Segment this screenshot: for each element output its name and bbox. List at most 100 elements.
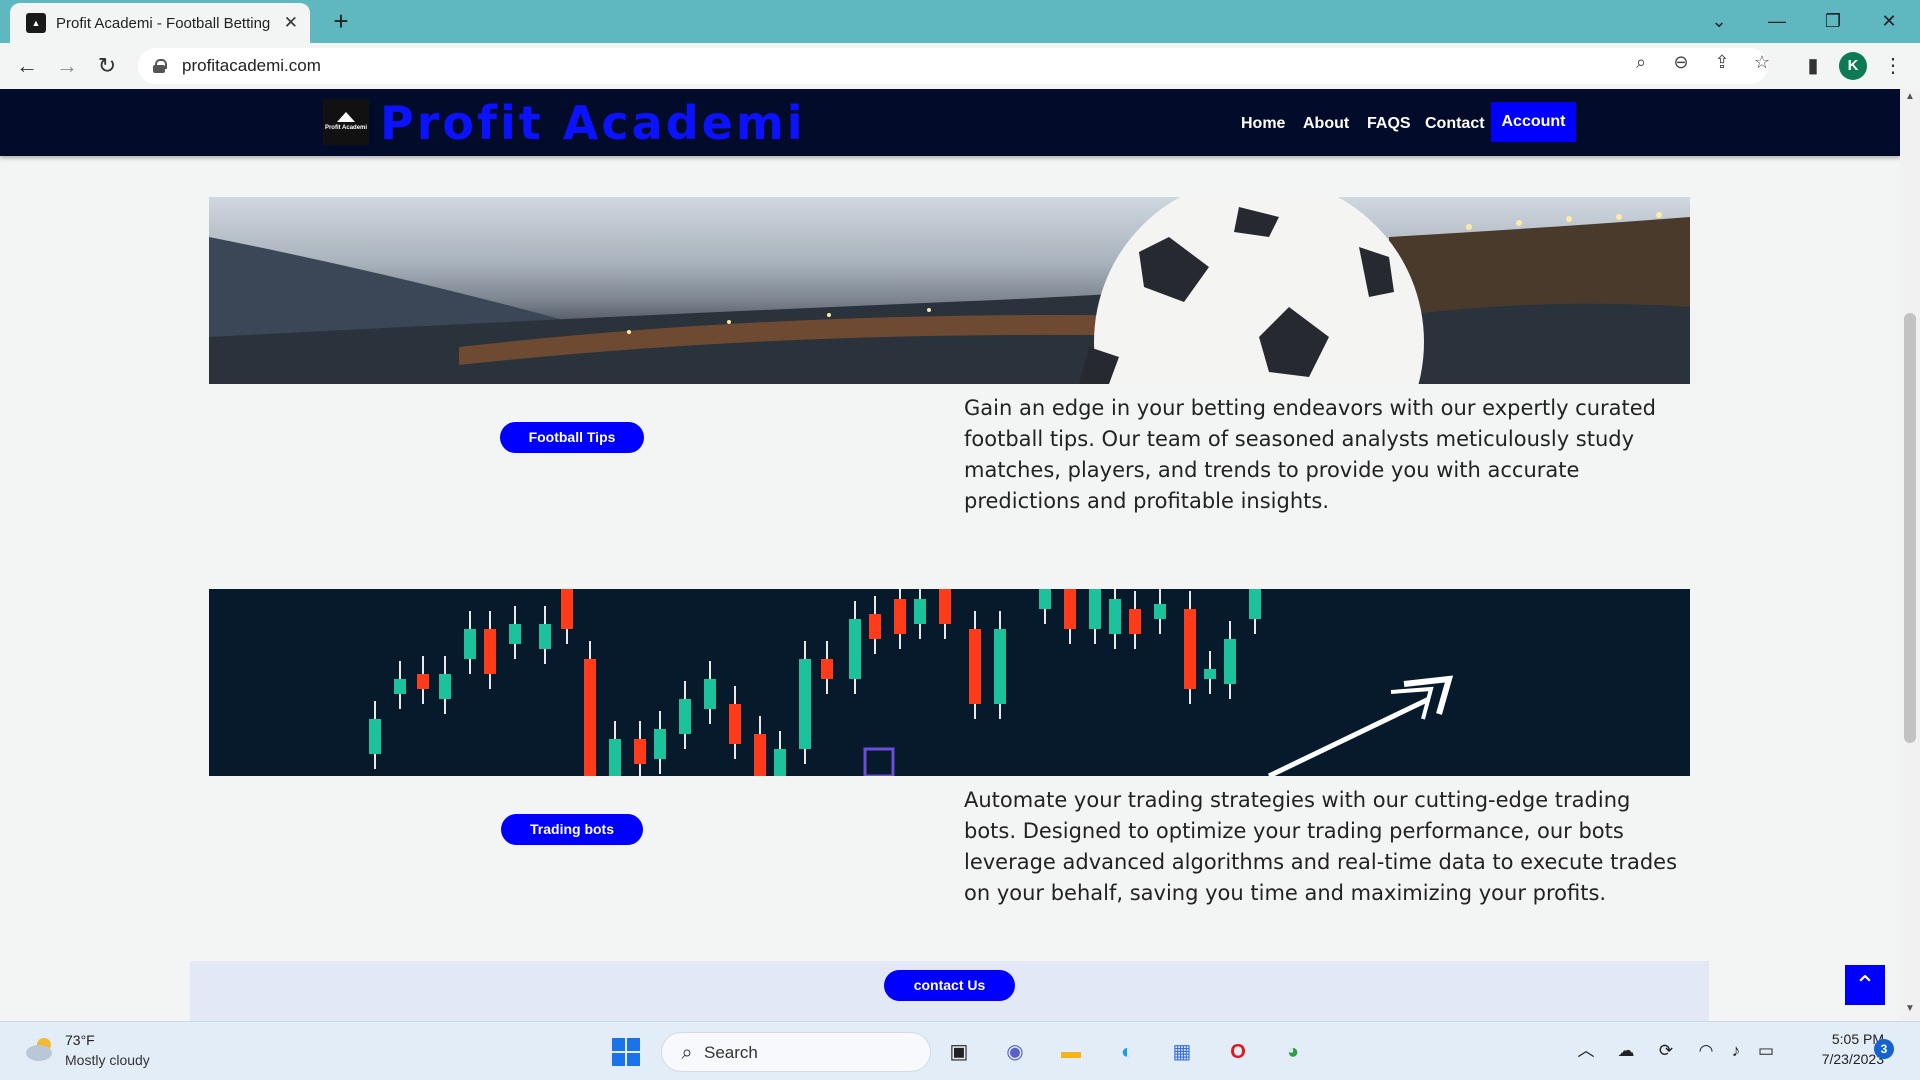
side-panel-icon[interactable]: ▮ — [1800, 53, 1826, 79]
candle-body — [894, 599, 906, 634]
candle-body — [1184, 609, 1196, 689]
taskbar-search-box[interactable]: ⌕ Search — [661, 1032, 931, 1072]
bookmark-star-icon[interactable]: ☆ — [1751, 51, 1773, 73]
forward-arrow-icon[interactable]: → — [52, 51, 82, 81]
candle-body — [914, 599, 926, 624]
browser-tab-bar: ▲ Profit Academi - Football Betting ✕ + … — [0, 0, 1920, 43]
taskbar-search-label: Search — [704, 1043, 758, 1062]
opera-browser-icon[interactable]: O — [1221, 1035, 1255, 1069]
site-logo[interactable]: Profit Academi — [323, 99, 369, 145]
trading-candlestick-banner — [209, 589, 1690, 776]
profile-avatar[interactable]: K — [1839, 52, 1867, 80]
onedrive-cloud-icon[interactable]: ☁ — [1614, 1039, 1638, 1063]
close-window-button[interactable]: ✕ — [1866, 4, 1912, 38]
file-explorer-icon[interactable]: ▬ — [1054, 1035, 1088, 1069]
search-icon[interactable]: ⌕ — [1630, 51, 1652, 73]
candle-body — [369, 719, 381, 754]
candle-body — [774, 749, 786, 776]
candle-body — [939, 589, 951, 624]
windows-start-icon[interactable] — [609, 1035, 643, 1069]
scroll-to-top-button[interactable]: ⌃ — [1845, 965, 1885, 1005]
nav-home[interactable]: Home — [1241, 105, 1285, 143]
candle-body — [1039, 589, 1051, 609]
page-scrollbar[interactable]: ▲ ▼ — [1900, 89, 1920, 1021]
logo-peak-icon — [337, 112, 355, 122]
browser-tab[interactable]: ▲ Profit Academi - Football Betting ✕ — [10, 3, 310, 43]
clock-time[interactable]: 5:05 PM — [1810, 1031, 1884, 1047]
sync-icon[interactable]: ⟳ — [1654, 1039, 1678, 1063]
notification-badge[interactable]: 3 — [1874, 1039, 1894, 1059]
weather-temperature[interactable]: 73°F — [65, 1032, 95, 1048]
football-tips-description: Gain an edge in your betting endeavors w… — [964, 396, 1657, 513]
trading-bots-button[interactable]: Trading bots — [501, 814, 643, 845]
restore-button[interactable]: ❐ — [1810, 4, 1856, 38]
contact-section: contact Us — [190, 961, 1709, 1021]
site-favicon-icon: ▲ — [26, 13, 46, 33]
show-hidden-icons-chevron-icon[interactable]: ︿ — [1574, 1039, 1598, 1063]
football-tips-button[interactable]: Football Tips — [500, 422, 644, 453]
url-text[interactable]: profitacademi.com — [182, 56, 321, 76]
contact-us-button[interactable]: contact Us — [884, 970, 1015, 1001]
candle-body — [417, 674, 429, 689]
account-button[interactable]: Account — [1491, 102, 1576, 142]
nav-about[interactable]: About — [1303, 105, 1349, 143]
candle-body — [799, 659, 811, 749]
candle-body — [704, 679, 716, 709]
browser-menu-icon[interactable]: ⋮ — [1880, 53, 1906, 79]
volume-icon[interactable]: ♪ — [1724, 1039, 1748, 1063]
candle-body — [539, 624, 551, 649]
candle-body — [634, 739, 646, 764]
candle-body — [729, 704, 741, 744]
candle-body — [439, 674, 451, 699]
football-stadium-banner — [209, 197, 1690, 384]
wifi-icon[interactable]: ◠ — [1694, 1039, 1718, 1063]
candle-body — [969, 629, 981, 704]
scroll-up-arrow-icon[interactable]: ▲ — [1904, 91, 1916, 102]
back-arrow-icon[interactable]: ← — [12, 51, 42, 81]
candle-body — [849, 619, 861, 679]
site-brand-name[interactable]: Profit Academi — [380, 96, 806, 150]
candle-body — [394, 679, 406, 694]
nav-contact[interactable]: Contact — [1425, 105, 1485, 143]
task-view-icon[interactable]: ▣ — [942, 1035, 976, 1069]
candle-body — [509, 624, 521, 644]
microsoft-store-icon[interactable]: ▦ — [1165, 1035, 1199, 1069]
candle-body — [994, 629, 1006, 704]
edge-browser-icon[interactable]: ◐ — [1110, 1035, 1144, 1069]
close-tab-icon[interactable]: ✕ — [284, 13, 298, 33]
address-bar[interactable]: profitacademi.com — [138, 48, 1768, 84]
share-icon[interactable]: ⇪ — [1711, 51, 1733, 73]
tab-search-icon[interactable]: ⌄ — [1696, 4, 1742, 38]
clock-date[interactable]: 7/23/2023 — [1790, 1051, 1884, 1067]
weather-description[interactable]: Mostly cloudy — [65, 1052, 150, 1068]
cloudy-weather-icon[interactable] — [24, 1036, 58, 1062]
scroll-down-arrow-icon[interactable]: ▼ — [1904, 1003, 1916, 1014]
candle-body — [1129, 609, 1141, 634]
new-tab-button[interactable]: + — [325, 6, 357, 38]
chat-icon[interactable]: ◉ — [998, 1035, 1032, 1069]
zoom-icon[interactable]: ⊖ — [1670, 51, 1692, 73]
candle-body — [561, 589, 573, 629]
trading-bots-description: Automate your trading strategies with ou… — [964, 788, 1678, 905]
candle-body — [1109, 599, 1121, 634]
chrome-browser-icon[interactable]: ◕ — [1276, 1035, 1310, 1069]
candle-body — [1064, 589, 1076, 629]
candle-body — [1224, 639, 1236, 684]
windows-taskbar: 73°F Mostly cloudy ⌕ Search ▣ ◉ ▬ ◐ ▦ O … — [0, 1021, 1920, 1080]
tab-title: Profit Academi - Football Betting — [56, 14, 271, 32]
minimize-button[interactable]: — — [1754, 4, 1800, 38]
logo-text: Profit Academi — [324, 125, 368, 131]
reload-icon[interactable]: ↻ — [92, 51, 122, 81]
candle-body — [609, 739, 621, 776]
candle-body — [1249, 589, 1261, 619]
candle-body — [1089, 589, 1101, 629]
lock-icon[interactable] — [152, 59, 167, 73]
scrollbar-thumb[interactable] — [1904, 313, 1916, 743]
stadium-illustration — [209, 197, 1690, 384]
nav-faqs[interactable]: FAQS — [1367, 105, 1411, 143]
candle-body — [584, 659, 596, 776]
site-header: Profit Academi Profit Academi Home About… — [0, 89, 1900, 156]
candle-body — [821, 659, 833, 679]
battery-icon[interactable]: ▭ — [1754, 1039, 1778, 1063]
candle-body — [869, 614, 881, 639]
